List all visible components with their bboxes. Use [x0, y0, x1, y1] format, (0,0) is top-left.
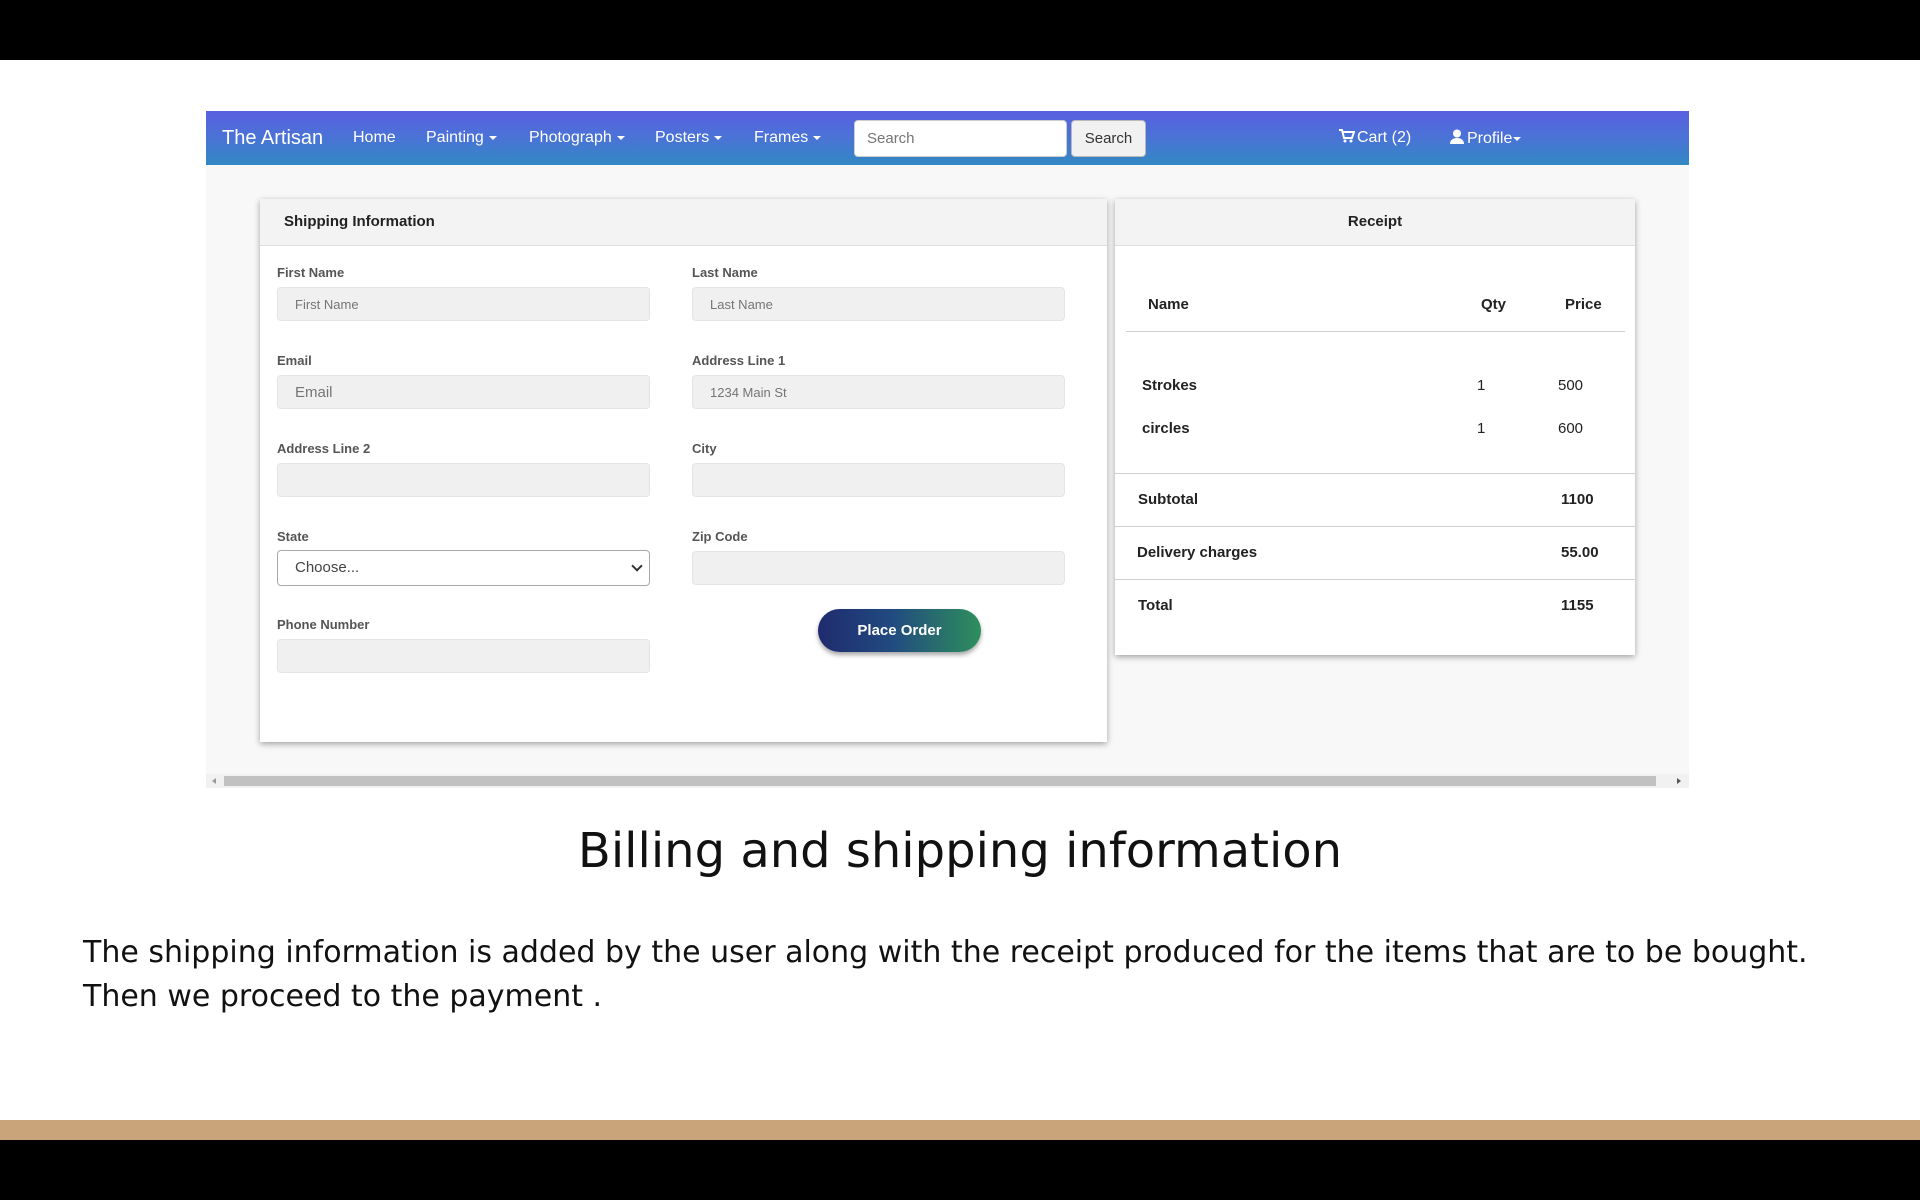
profile-menu[interactable]: Profile — [1450, 129, 1522, 148]
divider — [1115, 579, 1635, 580]
user-icon — [1450, 129, 1464, 144]
slide-title: Billing and shipping information — [577, 823, 1343, 879]
cart-link[interactable]: Cart (2) — [1339, 129, 1411, 147]
nav-posters-label: Posters — [655, 129, 710, 146]
state-select[interactable]: Choose... — [277, 550, 650, 586]
receipt-panel: Receipt Name Qty Price Strokes 1 500 cir… — [1115, 199, 1635, 655]
divider — [1115, 526, 1635, 527]
profile-label: Profile — [1467, 130, 1513, 147]
item-price: 500 — [1558, 377, 1584, 394]
address2-input[interactable] — [277, 463, 650, 497]
zip-label: Zip Code — [692, 529, 748, 544]
chevron-down-icon — [631, 560, 643, 572]
nav-photograph-label: Photograph — [529, 129, 612, 146]
subtotal-label: Subtotal — [1138, 491, 1198, 508]
brand-logo[interactable]: The Artisan — [222, 127, 323, 150]
first-name-label: First Name — [277, 265, 345, 280]
caret-down-icon — [616, 135, 625, 140]
scrollbar-thumb[interactable] — [224, 776, 1656, 786]
scroll-left-icon[interactable] — [212, 778, 216, 784]
search-input[interactable] — [854, 120, 1067, 157]
nav-frames[interactable]: Frames — [754, 129, 822, 147]
city-input[interactable] — [692, 463, 1065, 497]
nav-photograph[interactable]: Photograph — [529, 129, 625, 147]
slide-body-text: The shipping information is added by the… — [83, 935, 1808, 1014]
caret-down-icon — [488, 135, 497, 140]
address1-label: Address Line 1 — [692, 353, 786, 368]
state-label: State — [277, 529, 309, 544]
caret-down-icon — [1513, 136, 1522, 141]
shipping-panel: Shipping Information First Name Last Nam… — [260, 199, 1107, 742]
nav-home[interactable]: Home — [353, 129, 396, 147]
caret-down-icon — [813, 135, 822, 140]
city-label: City — [692, 441, 717, 456]
email-input[interactable] — [277, 375, 650, 409]
navbar: The Artisan Home Painting Photograph Pos… — [206, 111, 1689, 165]
caret-down-icon — [714, 135, 723, 140]
nav-home-label: Home — [353, 129, 396, 146]
col-qty-header: Qty — [1481, 296, 1507, 313]
state-selected-value: Choose... — [295, 559, 360, 576]
receipt-title: Receipt — [1115, 199, 1635, 246]
cart-label: Cart (2) — [1357, 129, 1412, 146]
place-order-button[interactable]: Place Order — [818, 609, 981, 652]
total-label: Total — [1138, 597, 1173, 614]
first-name-input[interactable] — [277, 287, 650, 321]
item-qty: 1 — [1477, 377, 1486, 394]
phone-label: Phone Number — [277, 617, 370, 632]
last-name-label: Last Name — [692, 265, 758, 280]
horizontal-scrollbar[interactable] — [206, 774, 1689, 788]
scroll-right-icon[interactable] — [1677, 778, 1681, 784]
col-price-header: Price — [1565, 296, 1602, 313]
cart-icon — [1339, 129, 1356, 143]
divider — [1126, 331, 1625, 332]
slide: The Artisan Home Painting Photograph Pos… — [0, 60, 1920, 1120]
last-name-input[interactable] — [692, 287, 1065, 321]
address2-label: Address Line 2 — [277, 441, 371, 456]
email-label: Email — [277, 353, 312, 368]
col-name-header: Name — [1148, 296, 1189, 313]
address1-input[interactable] — [692, 375, 1065, 409]
delivery-label: Delivery charges — [1137, 544, 1258, 561]
search-button[interactable]: Search — [1071, 120, 1146, 157]
shipping-title: Shipping Information — [260, 199, 1107, 246]
item-price: 600 — [1558, 420, 1584, 437]
nav-painting[interactable]: Painting — [426, 129, 497, 147]
total-value: 1155 — [1561, 597, 1594, 614]
app-screenshot: The Artisan Home Painting Photograph Pos… — [206, 111, 1689, 788]
accent-bar — [0, 1120, 1920, 1140]
zip-input[interactable] — [692, 551, 1065, 585]
nav-painting-label: Painting — [426, 129, 484, 146]
nav-frames-label: Frames — [754, 129, 809, 146]
delivery-value: 55.00 — [1561, 544, 1599, 561]
item-qty: 1 — [1477, 420, 1486, 437]
phone-input[interactable] — [277, 639, 650, 673]
subtotal-value: 1100 — [1561, 491, 1594, 508]
nav-posters[interactable]: Posters — [655, 129, 723, 147]
item-name: Strokes — [1142, 377, 1198, 394]
item-name: circles — [1142, 420, 1190, 437]
divider — [1115, 473, 1635, 474]
